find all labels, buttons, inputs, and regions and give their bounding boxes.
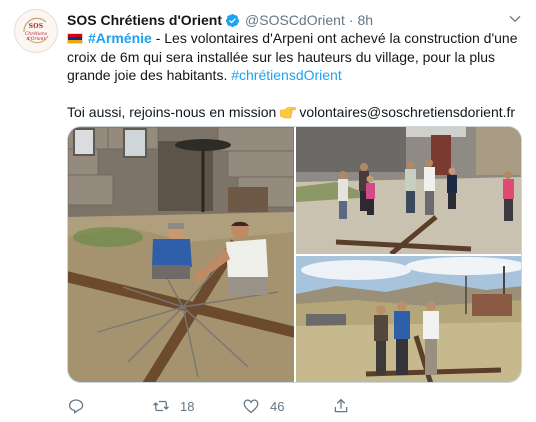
verified-badge-icon xyxy=(225,13,240,27)
tweet-text: #Arménie - Les volontaires d'Arpeni ont … xyxy=(67,29,527,121)
separator-dot: · xyxy=(348,12,354,28)
retweet-icon xyxy=(153,400,169,412)
avatar-logo-text: SOS xyxy=(28,23,44,30)
handle[interactable]: @SOSCdOrient xyxy=(245,12,345,28)
tweet-paragraph-1: #Arménie - Les volontaires d'Arpeni ont … xyxy=(67,29,527,85)
hashtag-chretiens-link[interactable]: #chrétiensdOrient xyxy=(231,67,342,83)
reply-icon xyxy=(68,399,84,414)
tweet-card[interactable]: SOS Chrétiens d'Orient SOS Chrétiens d'O… xyxy=(0,0,536,422)
display-name[interactable]: SOS Chrétiens d'Orient xyxy=(67,12,222,28)
armenia-flag-icon xyxy=(67,33,83,44)
mission-text: Toi aussi, rejoins-nous en mission xyxy=(67,103,277,120)
like-button[interactable]: 46 xyxy=(242,395,284,417)
email-text: volontaires@soschretiensdorient.fr xyxy=(299,103,516,120)
timestamp[interactable]: 8h xyxy=(358,12,374,28)
like-icon xyxy=(243,399,259,414)
photo-cross-construction[interactable] xyxy=(68,127,294,382)
avatar-logo-subtext: Chrétiens d'Orient xyxy=(24,32,48,42)
share-icon xyxy=(334,398,348,413)
tweet-header: SOS Chrétiens d'Orient @SOSCdOrient · 8h xyxy=(67,10,373,30)
media-grid[interactable] xyxy=(67,126,522,383)
tweet-paragraph-2: Toi aussi, rejoins-nous en mission volont… xyxy=(67,103,527,122)
share-button[interactable] xyxy=(332,395,350,417)
avatar[interactable]: SOS Chrétiens d'Orient xyxy=(14,9,58,53)
retweet-button[interactable]: 18 xyxy=(152,395,194,417)
retweet-count: 18 xyxy=(180,398,195,414)
photo-group-around-cross[interactable] xyxy=(296,127,521,254)
action-bar: 18 46 xyxy=(67,395,367,417)
pointing-hand-icon xyxy=(280,106,297,118)
reply-button[interactable] xyxy=(67,395,95,417)
like-count: 46 xyxy=(270,398,285,414)
hashtag-armenie-link[interactable]: #Arménie xyxy=(88,30,152,46)
photo-village-hills[interactable] xyxy=(296,256,521,382)
chevron-down-icon[interactable] xyxy=(508,12,522,26)
